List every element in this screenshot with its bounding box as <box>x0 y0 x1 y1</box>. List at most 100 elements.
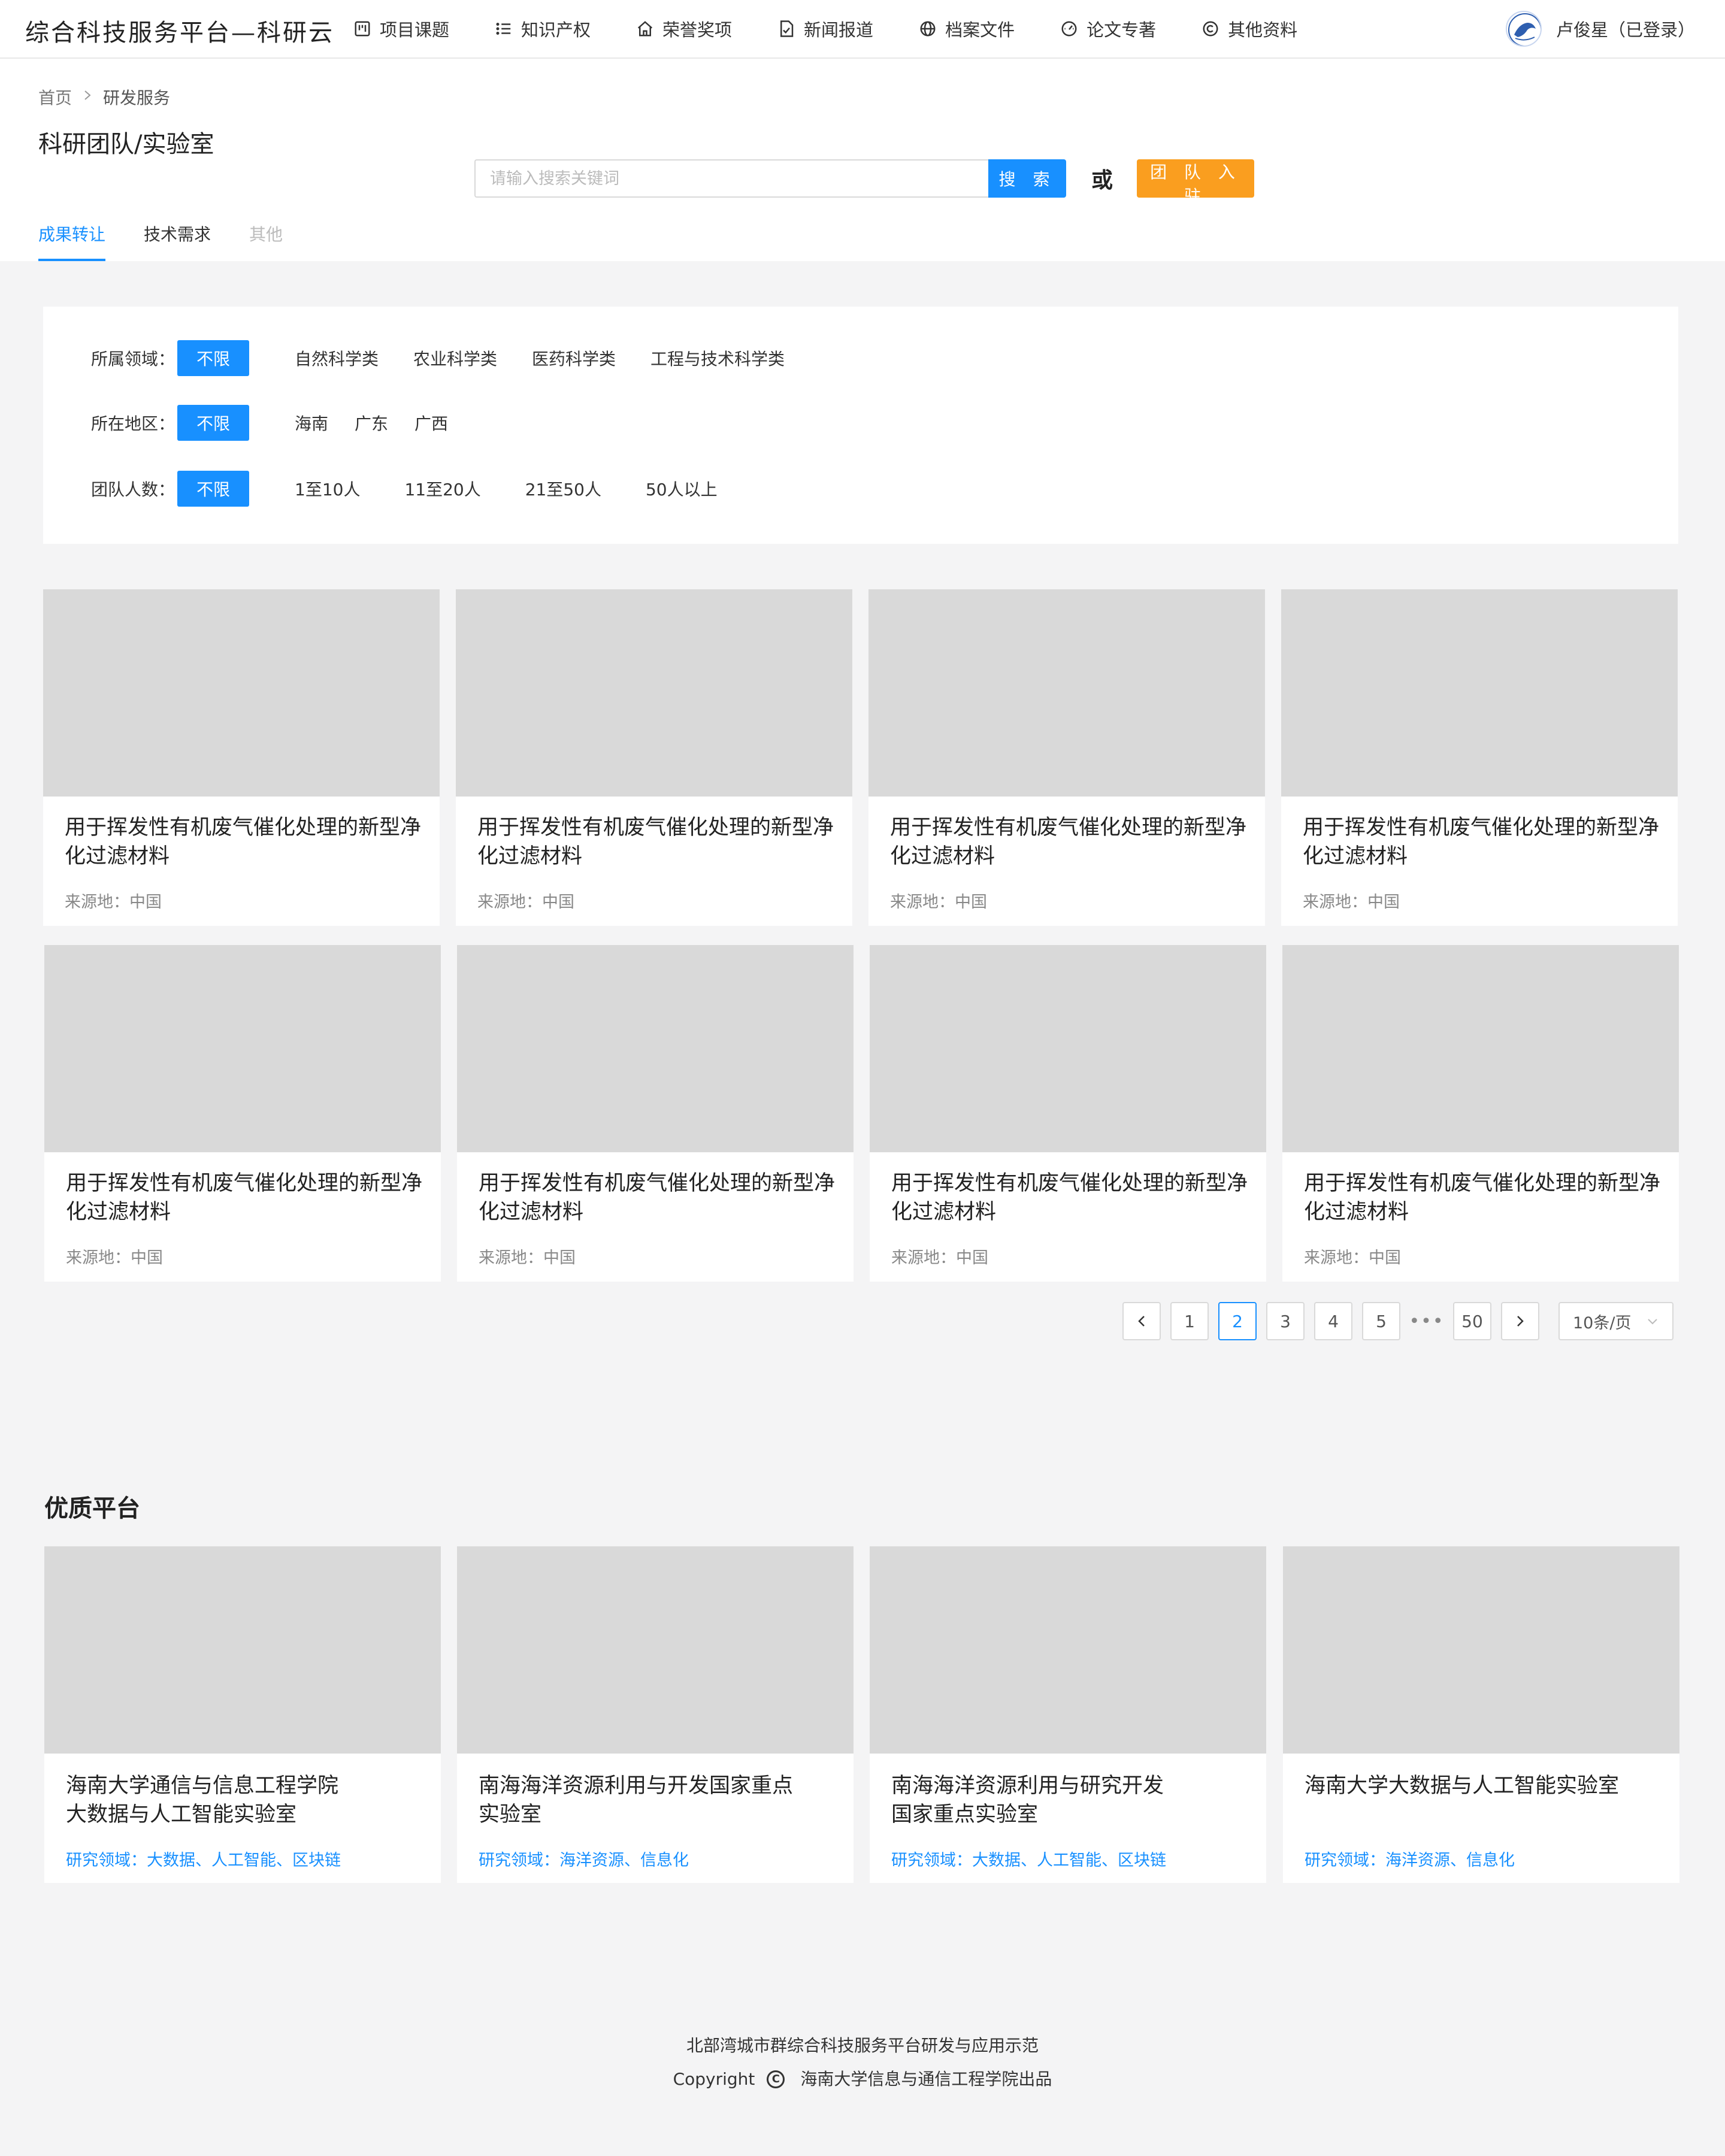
card-image-placeholder <box>1282 945 1679 1152</box>
filter-option[interactable]: 医药科学类 <box>532 346 616 370</box>
card-title: 海南大学通信与信息工程学院 大数据与人工智能实验室 <box>66 1772 425 1829</box>
document-check-icon <box>780 20 794 37</box>
user-menu[interactable]: 卢俊星（已登录） <box>1505 11 1695 47</box>
top-header: 综合科技服务平台—科研云 项目课题 知识产权 荣誉奖项 新闻报道 档案文件 论文… <box>0 0 1725 59</box>
section-title-platforms: 优质平台 <box>44 1495 140 1522</box>
filter-option[interactable]: 1至10人 <box>295 477 360 501</box>
filter-panel: 所属领域： 不限 自然科学类 农业科学类 医药科学类 工程与技术科学类 所在地区… <box>43 307 1678 544</box>
tab-other[interactable]: 其他 <box>249 222 283 261</box>
card-research-fields: 研究领域：大数据、人工智能、区块链 <box>891 1851 1166 1870</box>
card-title: 用于挥发性有机废气催化处理的新型净化过滤材料 <box>477 816 834 868</box>
card-title-line: 海南大学通信与信息工程学院 <box>66 1774 339 1798</box>
card-research-fields: 研究领域：海洋资源、信息化 <box>479 1851 689 1870</box>
platform-card[interactable]: 南海海洋资源利用与研究开发 国家重点实验室 研究领域：大数据、人工智能、区块链 <box>870 1546 1266 1883</box>
card-image-placeholder <box>457 1546 854 1754</box>
nav-item-archives[interactable]: 档案文件 <box>919 16 1015 41</box>
filter-option[interactable]: 工程与技术科学类 <box>650 346 785 370</box>
tab-tech-demand[interactable]: 技术需求 <box>144 222 211 261</box>
card-image-placeholder <box>868 589 1265 797</box>
filter-option[interactable]: 自然科学类 <box>295 346 379 370</box>
tab-achievement-transfer[interactable]: 成果转让 <box>38 222 106 261</box>
card-source: 来源地：中国 <box>890 893 987 912</box>
card-title-line: 实验室 <box>479 1803 542 1827</box>
nav-item-papers[interactable]: 论文专著 <box>1060 16 1156 41</box>
card-title: 用于挥发性有机废气催化处理的新型净化过滤材料 <box>1303 816 1660 868</box>
search-button[interactable]: 搜 索 <box>988 159 1066 198</box>
next-page-button[interactable] <box>1501 1302 1539 1340</box>
nav-label: 论文专著 <box>1087 20 1157 40</box>
card-image-placeholder <box>44 945 441 1152</box>
card-title: 用于挥发性有机废气催化处理的新型净化过滤材料 <box>891 1171 1248 1224</box>
page-title: 科研团队/实验室 <box>38 131 214 158</box>
page-button[interactable]: 5 <box>1362 1302 1400 1340</box>
result-card[interactable]: 用于挥发性有机废气催化处理的新型净化过滤材料 来源地：中国 <box>456 589 852 926</box>
filter-all-button[interactable]: 不限 <box>177 405 249 441</box>
filter-option[interactable]: 海南 <box>295 411 328 435</box>
team-join-button[interactable]: 团 队 入 驻 <box>1137 159 1255 206</box>
platform-card[interactable]: 海南大学大数据与人工智能实验室 研究领域：海洋资源、信息化 <box>1283 1546 1679 1883</box>
card-source: 来源地：中国 <box>65 893 162 912</box>
result-card[interactable]: 用于挥发性有机废气催化处理的新型净化过滤材料 来源地：中国 <box>457 945 854 1282</box>
card-title: 海南大学大数据与人工智能实验室 <box>1305 1772 1664 1800</box>
filter-all-button[interactable]: 不限 <box>177 340 249 376</box>
card-image-placeholder <box>457 945 854 1152</box>
card-source: 来源地：中国 <box>477 893 574 912</box>
filter-row-field: 所属领域： 不限 自然科学类 农业科学类 医药科学类 工程与技术科学类 <box>91 340 819 376</box>
card-title: 用于挥发性有机废气催化处理的新型净化过滤材料 <box>66 1171 423 1224</box>
card-title-line: 国家重点实验室 <box>891 1803 1039 1827</box>
page-button[interactable]: 1 <box>1170 1302 1209 1340</box>
card-title-line: 南海海洋资源利用与开发国家重点 <box>479 1774 794 1798</box>
chevron-right-icon <box>83 88 92 106</box>
filter-option[interactable]: 11至20人 <box>404 477 480 501</box>
platform-card[interactable]: 南海海洋资源利用与开发国家重点 实验室 研究领域：海洋资源、信息化 <box>457 1546 854 1883</box>
filter-row-region: 所在地区： 不限 海南 广东 广西 <box>91 405 483 441</box>
result-card[interactable]: 用于挥发性有机废气催化处理的新型净化过滤材料 来源地：中国 <box>1282 945 1679 1282</box>
result-card[interactable]: 用于挥发性有机废气催化处理的新型净化过滤材料 来源地：中国 <box>870 945 1266 1282</box>
result-card[interactable]: 用于挥发性有机废气催化处理的新型净化过滤材料 来源地：中国 <box>868 589 1265 926</box>
avatar-emblem-icon <box>1508 13 1541 46</box>
filter-option[interactable]: 21至50人 <box>525 477 601 501</box>
card-title-line: 大数据与人工智能实验室 <box>66 1803 297 1827</box>
card-image-placeholder <box>44 1546 441 1754</box>
page-button-current[interactable]: 2 <box>1218 1302 1257 1340</box>
page-button-last[interactable]: 50 <box>1453 1302 1491 1340</box>
result-card[interactable]: 用于挥发性有机废气催化处理的新型净化过滤材料 来源地：中国 <box>43 589 440 926</box>
card-title: 用于挥发性有机废气催化处理的新型净化过滤材料 <box>890 816 1247 868</box>
filter-option[interactable]: 广西 <box>414 411 448 435</box>
nav-item-ip[interactable]: 知识产权 <box>495 16 591 41</box>
nav-item-news[interactable]: 新闻报道 <box>777 16 873 41</box>
page-size-select[interactable]: 10条/页 <box>1558 1302 1673 1340</box>
filter-option[interactable]: 农业科学类 <box>413 346 497 370</box>
nav-item-projects[interactable]: 项目课题 <box>353 16 449 41</box>
nav-label: 新闻报道 <box>804 20 874 40</box>
nav-item-others[interactable]: 其他资料 <box>1202 16 1297 41</box>
pagination: 1 2 3 4 5 ••• 50 10条/页 <box>1122 1302 1673 1340</box>
page-button[interactable]: 3 <box>1266 1302 1305 1340</box>
dashboard-icon <box>1061 21 1077 37</box>
globe-icon <box>920 21 936 37</box>
platform-card[interactable]: 海南大学通信与信息工程学院 大数据与人工智能实验室 研究领域：大数据、人工智能、… <box>44 1546 441 1883</box>
card-image-placeholder <box>870 945 1266 1152</box>
filter-all-button[interactable]: 不限 <box>177 471 249 507</box>
filter-option[interactable]: 广东 <box>355 411 388 435</box>
breadcrumb-home[interactable]: 首页 <box>38 85 72 109</box>
avatar[interactable] <box>1505 11 1542 47</box>
card-source: 来源地：中国 <box>479 1249 576 1267</box>
page-ellipsis[interactable]: ••• <box>1409 1302 1443 1340</box>
main-nav: 项目课题 知识产权 荣誉奖项 新闻报道 档案文件 论文专著 其他资料 <box>353 0 1343 57</box>
filter-option[interactable]: 50人以上 <box>646 477 718 501</box>
kanban-icon <box>355 21 370 37</box>
result-card[interactable]: 用于挥发性有机废气催化处理的新型净化过滤材料 来源地：中国 <box>44 945 441 1282</box>
card-research-fields: 研究领域：海洋资源、信息化 <box>1305 1851 1515 1870</box>
search-input[interactable] <box>474 159 988 198</box>
copyright-label: Copyright <box>673 2069 755 2089</box>
page-head: 首页 研发服务 科研团队/实验室 搜 索 或 团 队 入 驻 成果转让 技术需求… <box>0 59 1725 261</box>
nav-item-honors[interactable]: 荣誉奖项 <box>636 16 732 41</box>
breadcrumb-current: 研发服务 <box>103 88 171 108</box>
page-button[interactable]: 4 <box>1314 1302 1352 1340</box>
card-title-line: 南海海洋资源利用与研究开发 <box>891 1774 1164 1798</box>
prev-page-button[interactable] <box>1122 1302 1161 1340</box>
nav-label: 知识产权 <box>521 20 591 40</box>
result-card[interactable]: 用于挥发性有机废气催化处理的新型净化过滤材料 来源地：中国 <box>1281 589 1678 926</box>
app-logo[interactable]: 综合科技服务平台—科研云 <box>25 13 334 48</box>
